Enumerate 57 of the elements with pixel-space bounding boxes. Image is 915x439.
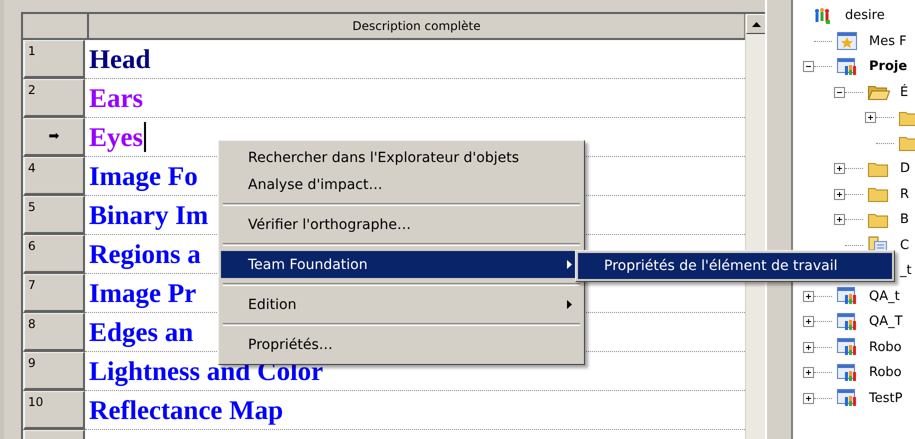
project-icon — [837, 338, 857, 356]
project-icon — [837, 287, 857, 306]
folder-icon — [899, 135, 915, 152]
expand-icon[interactable] — [834, 188, 845, 200]
row-header[interactable]: 8 — [23, 313, 85, 352]
expand-icon[interactable] — [803, 392, 814, 404]
folder-icon — [868, 186, 888, 202]
expand-icon[interactable] — [803, 316, 814, 328]
row-header[interactable]: 4 — [23, 157, 85, 196]
tree-item[interactable]: QA_T — [869, 314, 903, 330]
expand-icon[interactable] — [865, 112, 876, 124]
people-icon — [813, 6, 831, 25]
tree-item[interactable]: D — [900, 161, 910, 176]
project-icon — [837, 58, 857, 76]
tree-item[interactable]: É — [900, 84, 908, 100]
corner-header[interactable] — [23, 14, 89, 38]
expand-icon[interactable] — [834, 214, 845, 226]
tree-item[interactable]: TestP — [869, 390, 902, 406]
expand-icon[interactable] — [803, 367, 814, 378]
tree-item[interactable]: Proje — [869, 59, 908, 74]
project-icon — [837, 364, 857, 382]
menu-item[interactable]: Propriétés de l'élément de travail — [578, 253, 892, 279]
up-arrow-icon — [752, 22, 760, 26]
open-folder-icon — [868, 84, 890, 100]
tree-item[interactable]: _t — [900, 263, 912, 278]
expand-icon[interactable] — [834, 163, 845, 174]
column-header[interactable]: Description complète — [89, 14, 745, 38]
row-header[interactable]: 5 — [23, 196, 85, 235]
row-header[interactable]: ➡ — [23, 118, 85, 157]
menu-item[interactable]: Vérifier l'orthographe… — [221, 211, 584, 238]
favorites-icon — [837, 32, 857, 50]
tree-item[interactable]: B — [900, 212, 909, 228]
expand-icon[interactable] — [803, 290, 814, 302]
scroll-up-button[interactable] — [746, 14, 766, 34]
row-header[interactable]: 9 — [23, 352, 85, 391]
project-icon — [837, 312, 857, 331]
tree-item[interactable]: Robo — [869, 365, 902, 380]
collapse-icon[interactable] — [834, 86, 845, 98]
expand-icon[interactable] — [803, 342, 814, 353]
menu-item[interactable]: Analyse d'impact… — [221, 171, 584, 198]
row-header[interactable]: 10 — [23, 391, 85, 430]
tree-item[interactable]: Robo — [869, 340, 902, 355]
splitter[interactable] — [765, 0, 793, 439]
folder-icon — [899, 110, 915, 126]
tree-item[interactable]: desire — [845, 8, 885, 24]
tree-item[interactable]: R — [900, 186, 910, 202]
tree-item[interactable]: C — [900, 238, 910, 253]
folder-icon — [868, 212, 888, 228]
tree-item[interactable]: QA_t — [869, 288, 900, 304]
tree-item[interactable]: Mes F — [869, 34, 907, 49]
project-icon — [837, 389, 857, 408]
folder-icon — [868, 160, 888, 177]
collapse-icon[interactable] — [803, 61, 814, 72]
row-header[interactable]: 7 — [23, 274, 85, 313]
row-header[interactable]: 6 — [23, 235, 85, 274]
row-header[interactable]: 2 — [23, 79, 85, 118]
row-header[interactable]: 1 — [23, 40, 85, 79]
